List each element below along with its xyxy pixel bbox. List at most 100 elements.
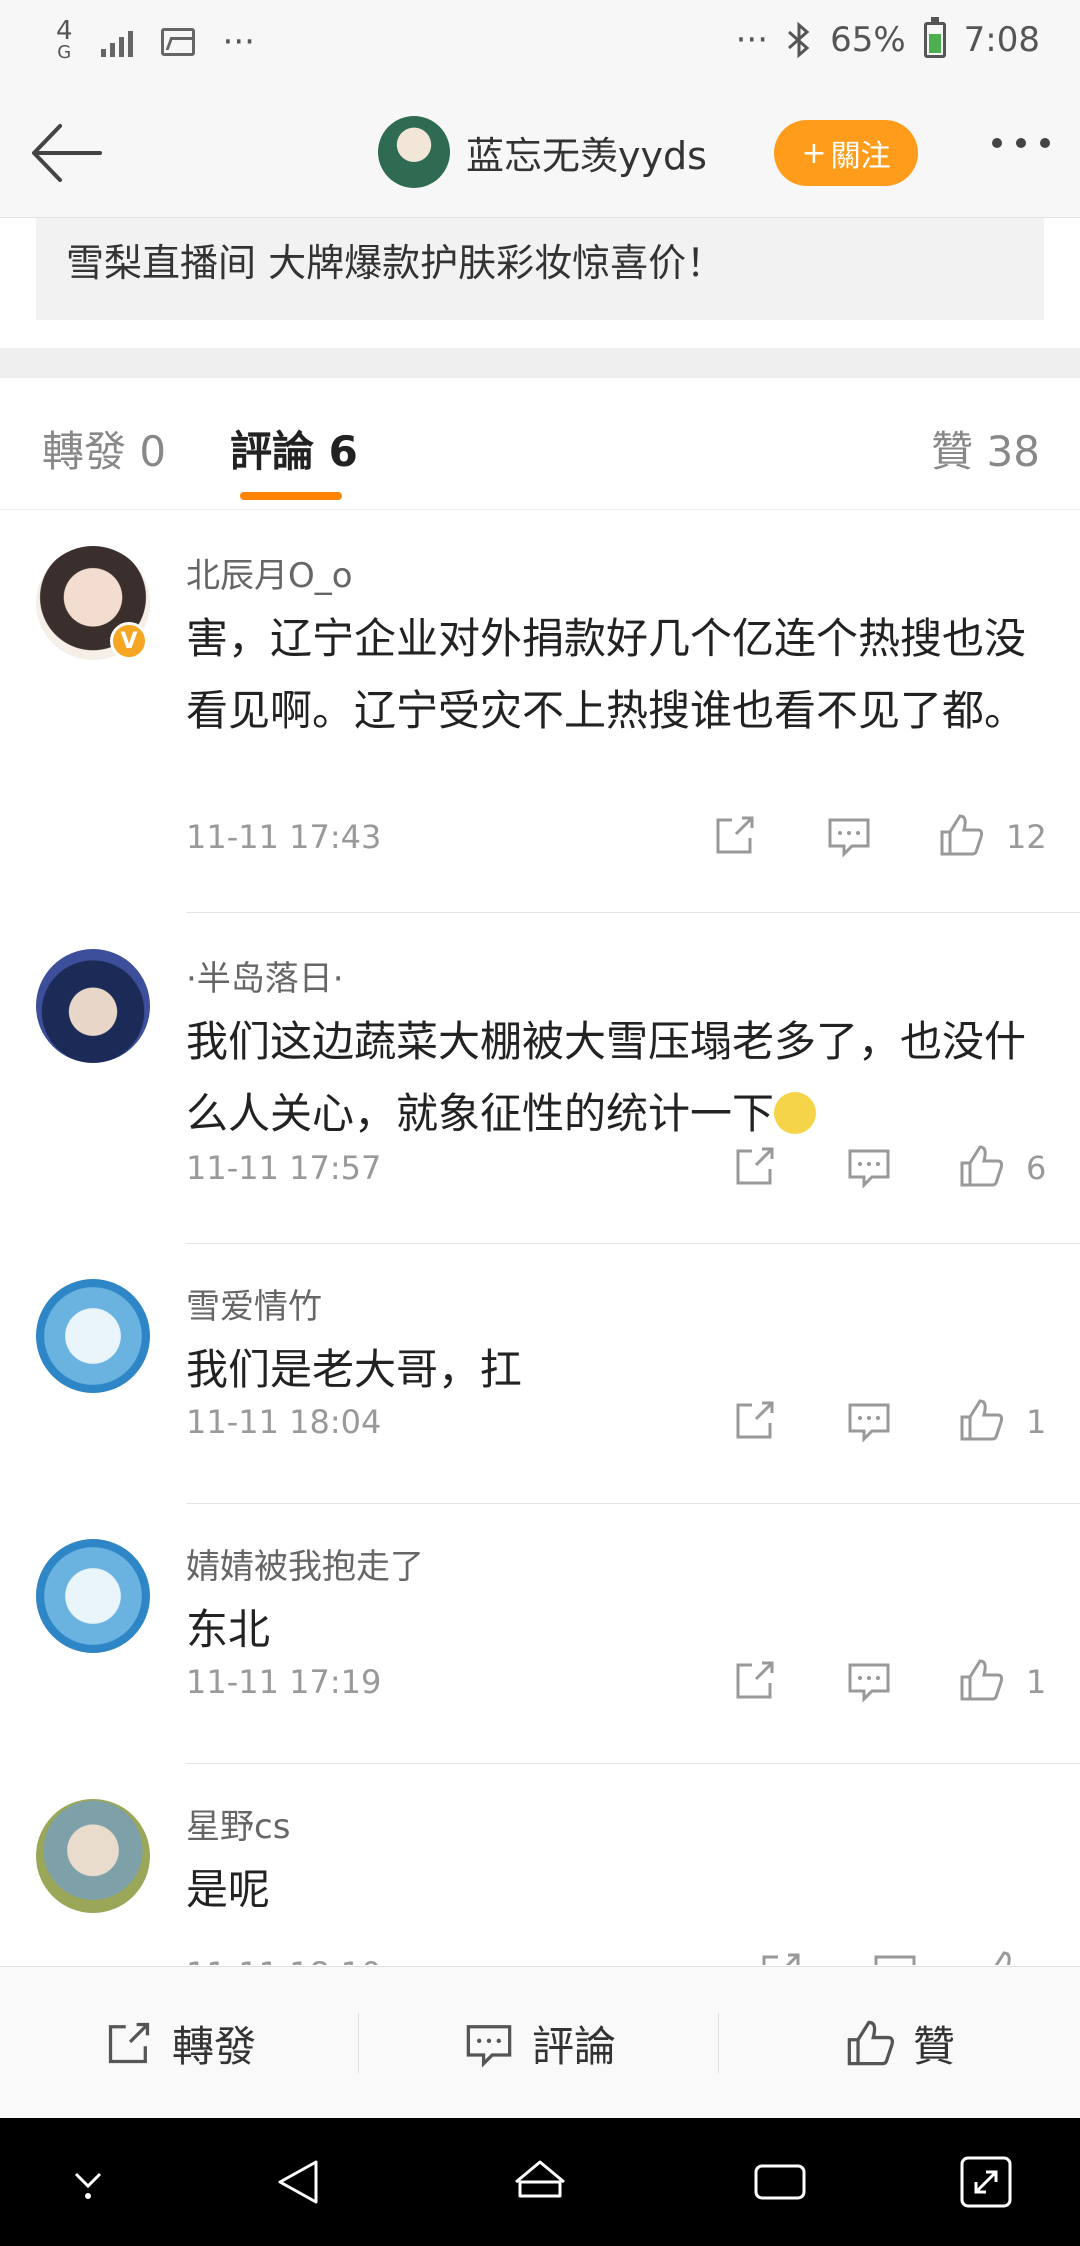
comment-list: V 北辰月O_o 害，辽宁企业对外捐款好几个亿连个热搜也没看见啊。辽宁受灾不上热… [0,510,1080,1965]
comment-meta: 11-11 17:19 1 [186,1655,1080,1715]
battery-percent: 65% [830,20,906,60]
comment-meta: 11-11 18:04 1 [186,1395,1080,1455]
network-indicator: 4 G [56,16,73,64]
follow-button[interactable]: + 關注 [774,120,918,186]
status-more-right: ··· [735,20,769,60]
more-dot [1040,138,1050,148]
comment-meta: 11-11 17:57 6 [186,1141,1080,1201]
commenter-avatar[interactable] [36,949,150,1063]
back-nav-icon[interactable] [270,2152,330,2212]
bar-separator [718,2013,719,2073]
tab-comments[interactable]: 評論 6 [230,418,358,479]
comment-item: V 北辰月O_o 害，辽宁企业对外捐款好几个亿连个热搜也没看见啊。辽宁受灾不上热… [0,510,1080,915]
share-icon[interactable] [732,1657,778,1703]
back-button[interactable] [28,118,104,188]
signal-icon [100,27,133,57]
poster-avatar[interactable] [378,116,450,188]
comment-time: 11-11 17:19 [186,1663,382,1701]
like-count: 1 [1026,1403,1047,1441]
poster-name[interactable]: 蓝忘无羡yyds [466,125,707,180]
comment-divider [186,1243,1080,1244]
like-button[interactable]: 贊 [720,1967,1080,2119]
status-left: 4 G ··· [56,16,255,64]
tab-comments-label: 評論 [230,427,315,476]
thumbs-up-icon[interactable] [958,1657,1004,1703]
tab-comments-count: 6 [328,427,358,476]
reply-icon[interactable] [846,1143,892,1189]
commenter-name[interactable]: 星野cs [186,1799,1050,1848]
commenter-name[interactable]: 雪爱情竹 [186,1279,1050,1328]
comment-button[interactable]: 評論 [360,1967,720,2119]
active-tab-indicator [240,492,342,500]
bluetooth-icon [788,22,810,58]
tab-likes-count: 38 [986,427,1040,476]
tab-reposts-label: 轉發 [42,427,127,476]
thumbs-up-icon[interactable] [958,1397,1004,1443]
share-icon[interactable] [712,812,758,858]
status-right: ··· 65% 7:08 [735,17,1040,60]
system-nav-bar [0,2118,1080,2246]
reply-icon[interactable] [846,1397,892,1443]
comment-text: 是呢 [186,1865,271,1914]
comment-divider [186,1503,1080,1504]
thumbs-up-icon[interactable] [982,1949,1028,1965]
tab-likes[interactable]: 贊 38 [931,418,1040,479]
share-icon[interactable] [732,1397,778,1443]
comment-label: 評論 [531,2021,616,2071]
commenter-name[interactable]: 婧婧被我抱走了 [186,1539,1050,1588]
reply-icon[interactable] [872,1949,918,1965]
thumbs-up-icon [847,2020,894,2066]
commenter-avatar[interactable] [36,1279,150,1393]
repost-label: 轉發 [171,2021,256,2071]
like-count: 6 [1026,1149,1047,1187]
reply-icon[interactable] [846,1657,892,1703]
comment-divider [186,1763,1080,1764]
network-type: 4 [56,16,73,46]
thumbs-up-icon[interactable] [958,1143,1004,1189]
comment-time: 11-11 18:10 [186,1955,381,1965]
thumbs-up-icon[interactable] [938,812,984,858]
share-icon[interactable] [758,1949,804,1965]
clock: 7:08 [963,20,1040,60]
weibo-comment-screen: 4 G ··· ··· 65% 7:08 蓝忘无羡yyds + 關注 雪梨直播间… [0,0,1080,2246]
repost-button[interactable]: 轉發 [0,1967,360,2119]
bar-separator [358,2013,359,2073]
more-dot [1016,138,1026,148]
comment-time: 11-11 18:04 [186,1403,382,1441]
commenter-name[interactable]: ·半岛落日· [186,951,1050,1000]
share-icon[interactable] [732,1143,778,1189]
network-generation: G [57,42,72,63]
status-bar: 4 G ··· ··· 65% 7:08 [0,0,1080,88]
comment-item: ·半岛落日· 我们这边蔬菜大棚被大雪压塌老多了，也没什么人关心，就象征性的统计一… [0,915,1080,1245]
reply-icon[interactable] [826,812,872,858]
share-icon [108,2022,150,2064]
status-more-left: ··· [222,22,255,62]
comment-item: 婧婧被我抱走了 东北 11-11 17:19 1 [0,1505,1080,1765]
hide-keyboard-icon[interactable] [58,2152,118,2212]
battery-icon [923,17,946,58]
tab-reposts[interactable]: 轉發 0 [42,418,166,479]
like-count: 12 [1006,818,1047,856]
commenter-avatar[interactable] [36,1539,150,1653]
expand-icon[interactable] [956,2152,1016,2212]
tab-likes-label: 贊 [931,427,974,476]
home-nav-icon[interactable] [510,2152,570,2212]
verified-badge: V [110,622,148,660]
thinking-emoji-icon [774,1092,817,1134]
comment-icon [466,2025,512,2068]
image-icon [160,28,195,56]
comment-text: 我们这边蔬菜大棚被大雪压塌老多了，也没什么人关心，就象征性的统计一下 [186,1017,1027,1138]
livestream-ad-card[interactable]: 雪梨直播间 大牌爆款护肤彩妆惊喜价！ [36,218,1044,320]
poster-profile[interactable]: 蓝忘无羡yyds [378,116,707,188]
comment-text: 害，辽宁企业对外捐款好几个亿连个热搜也没看见啊。辽宁受灾不上热搜谁也看不见了都。 [186,614,1027,735]
comment-meta: 11-11 17:43 12 [186,810,1080,870]
comment-time: 11-11 17:43 [186,818,382,856]
section-divider [0,348,1080,378]
bottom-action-bar: 轉發 評論 贊 [0,1966,1080,2118]
recent-apps-icon[interactable] [750,2152,810,2212]
comment-divider [186,912,1080,913]
commenter-avatar[interactable] [36,1799,150,1913]
commenter-name[interactable]: 北辰月O_o [186,548,1050,597]
more-options-button[interactable] [992,138,1050,148]
comment-item: 雪爱情竹 我们是老大哥，扛 11-11 18:04 1 [0,1245,1080,1505]
